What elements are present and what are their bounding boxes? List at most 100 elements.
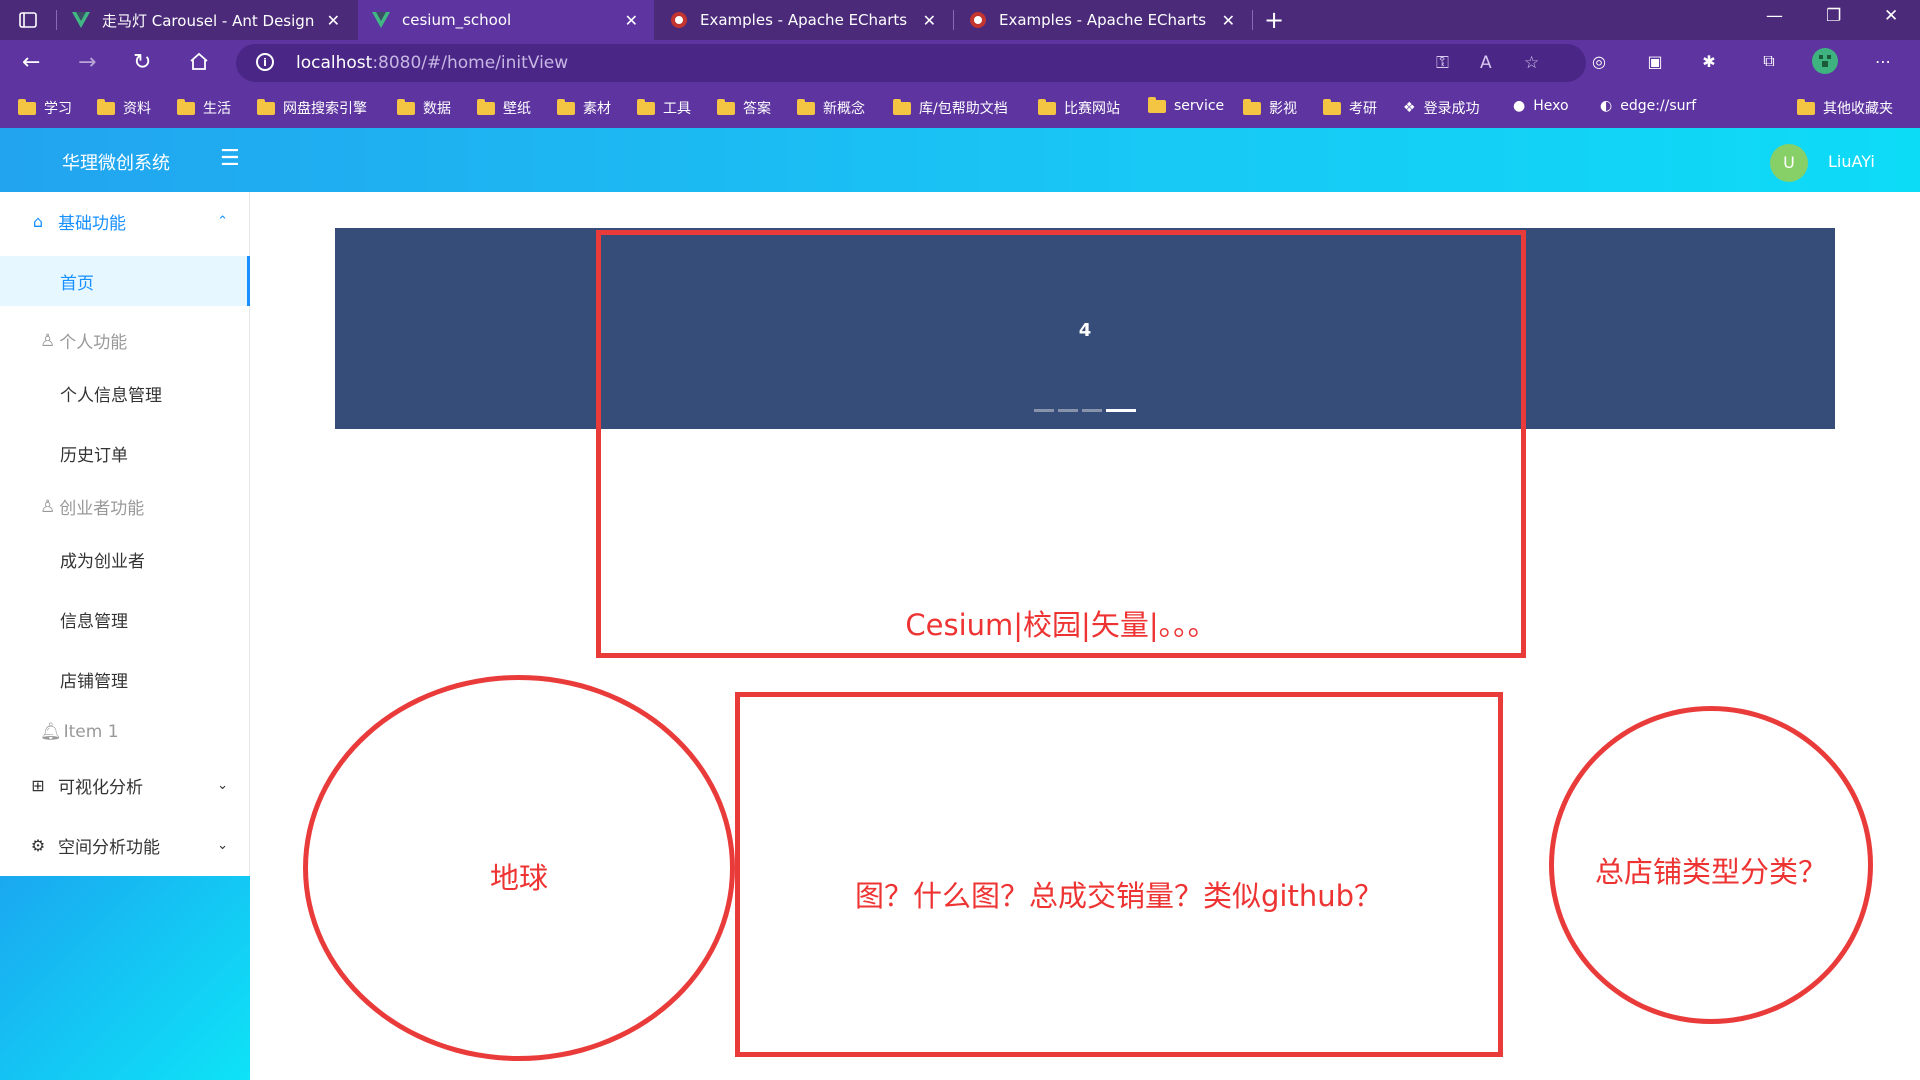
forward-arrow-icon[interactable]: → xyxy=(78,50,96,75)
folder-icon xyxy=(257,98,275,115)
address-bar[interactable]: i localhost:8080/#/home/initView ⚿ A ☆ xyxy=(236,44,1586,82)
url-path: :8080/#/home/initView xyxy=(372,53,569,73)
submenu-visual-analysis[interactable]: ⊞ 可视化分析 ⌄ xyxy=(0,760,250,810)
bookmark-label: edge://surf xyxy=(1620,98,1697,114)
profile-icon[interactable] xyxy=(1812,48,1838,74)
tab-separator xyxy=(56,10,57,30)
other-bookmarks[interactable]: 其他收藏夹 xyxy=(1797,98,1893,118)
menu-item-personal-info[interactable]: 个人信息管理 xyxy=(0,368,250,418)
tab-carousel[interactable]: 走马灯 Carousel - Ant Design Vu ✕ xyxy=(58,0,356,40)
bookmark-folder[interactable]: 素材 xyxy=(557,98,611,118)
bookmark-folder[interactable]: service xyxy=(1148,96,1225,114)
submenu-basic[interactable]: ⌂ 基础功能 ⌃ xyxy=(0,196,250,246)
bookmark-link[interactable]: ● Hexo xyxy=(1513,98,1569,114)
avatar[interactable]: U xyxy=(1770,144,1808,182)
back-arrow-icon[interactable]: ← xyxy=(22,50,40,75)
menu-item-order-history[interactable]: 历史订单 xyxy=(0,428,250,478)
bookmark-folder[interactable]: 库/包帮助文档 xyxy=(893,98,1008,118)
close-window-button[interactable]: ✕ xyxy=(1884,6,1898,26)
username[interactable]: LiuAYi xyxy=(1828,152,1875,171)
close-icon[interactable]: ✕ xyxy=(327,11,340,30)
submenu-label: 空间分析功能 xyxy=(58,837,160,858)
grid-icon: ⊞ xyxy=(31,775,45,795)
annotation-text-chart: 图？什么图？总成交销量？类似github？ xyxy=(854,879,1383,913)
close-icon[interactable]: ✕ xyxy=(923,11,936,30)
browser-toolbar: ← → ↻ i localhost:8080/#/home/initView ⚿… xyxy=(0,40,1920,86)
bookmark-folder[interactable]: 数据 xyxy=(397,98,451,118)
new-tab-button[interactable]: + xyxy=(1264,6,1284,34)
tab-echarts-1[interactable]: Examples - Apache ECharts ✕ xyxy=(656,0,952,40)
bookmark-label: 比赛网站 xyxy=(1064,101,1120,117)
bookmark-label: 学习 xyxy=(44,101,72,117)
more-menu-icon[interactable]: ⋯ xyxy=(1870,48,1896,74)
extension-glasses-icon[interactable]: ◎ xyxy=(1586,48,1612,74)
bookmark-folder[interactable]: 工具 xyxy=(637,98,691,118)
folder-icon xyxy=(797,98,815,115)
menu-item-info-management[interactable]: 信息管理 xyxy=(0,594,250,644)
bookmark-folder[interactable]: 网盘搜索引擎 xyxy=(257,98,367,118)
bookmark-folder[interactable]: 考研 xyxy=(1323,98,1377,118)
submenu-spatial-analysis[interactable]: ⚙ 空间分析功能 ⌄ xyxy=(0,820,250,870)
bookmark-folder[interactable]: 影视 xyxy=(1243,98,1297,118)
menu-item-home[interactable]: 首页 xyxy=(0,256,250,306)
folder-icon xyxy=(1797,98,1815,115)
echarts-icon xyxy=(670,11,688,29)
gear-icon: ⚙ xyxy=(30,835,46,855)
group-personal: ♙ 个人功能 xyxy=(40,328,128,354)
site-info-icon[interactable]: i xyxy=(256,53,274,71)
menu-item-label: 信息管理 xyxy=(60,611,128,632)
bookmark-folder[interactable]: 壁纸 xyxy=(477,98,531,118)
group-founder: ♙ 创业者功能 xyxy=(40,494,144,520)
annotation-rect-top xyxy=(596,230,1526,658)
restore-button[interactable]: ❐ xyxy=(1826,6,1841,26)
home-icon[interactable] xyxy=(188,50,210,78)
bookmark-folder[interactable]: 新概念 xyxy=(797,98,865,118)
bookmark-label: 库/包帮助文档 xyxy=(919,101,1008,117)
close-icon[interactable]: ✕ xyxy=(1222,11,1235,30)
tab-title: cesium_school xyxy=(402,11,512,29)
tab-title: Examples - Apache ECharts xyxy=(999,11,1207,29)
bookmark-folder[interactable]: 生活 xyxy=(177,98,231,118)
menu-fold-icon[interactable]: ☰ xyxy=(220,146,240,171)
bookmark-link[interactable]: ◐ edge://surf xyxy=(1600,98,1696,114)
user-add-icon: ♙ xyxy=(40,496,56,517)
bookmark-label: service xyxy=(1174,98,1225,114)
minimize-button[interactable]: — xyxy=(1766,6,1783,26)
collections-icon[interactable]: ⧉ xyxy=(1756,48,1782,74)
menu-item-become-founder[interactable]: 成为创业者 xyxy=(0,534,250,584)
home-icon: ⌂ xyxy=(32,211,44,231)
bookmark-folder[interactable]: 资料 xyxy=(97,98,151,118)
key-icon[interactable]: ⚿ xyxy=(1436,53,1449,73)
bookmark-label: 答案 xyxy=(743,101,771,117)
office-icon[interactable]: ▣ xyxy=(1642,48,1668,74)
folder-icon xyxy=(1038,98,1056,115)
url-text[interactable]: localhost:8080/#/home/initView xyxy=(296,53,568,73)
vue-icon xyxy=(72,11,90,29)
folder-icon xyxy=(717,98,735,115)
tab-echarts-2[interactable]: Examples - Apache ECharts ✕ xyxy=(955,0,1251,40)
favorite-star-icon[interactable]: ☆ xyxy=(1524,53,1539,73)
tab-title: Examples - Apache ECharts xyxy=(700,11,908,29)
folder-icon xyxy=(477,98,495,115)
read-aloud-icon[interactable]: A xyxy=(1480,53,1492,73)
bookmark-link[interactable]: ❖ 登录成功 xyxy=(1403,98,1480,118)
tab-actions-icon[interactable] xyxy=(18,10,38,30)
app-brand: 华理微创系统 xyxy=(62,153,170,174)
folder-icon xyxy=(557,98,575,115)
tab-cesium-school[interactable]: cesium_school ✕ xyxy=(358,0,654,40)
tab-title: 走马灯 Carousel - Ant Design Vu xyxy=(102,11,316,30)
folder-icon xyxy=(177,98,195,115)
bookmark-label: 登录成功 xyxy=(1423,101,1480,117)
bookmark-folder[interactable]: 比赛网站 xyxy=(1038,98,1120,118)
annotation-text-top: Cesium|校园|矢量|。。。 xyxy=(905,608,1217,642)
app-header: 华理微创系统 ☰ U LiuAYi xyxy=(0,128,1920,192)
close-icon[interactable]: ✕ xyxy=(625,11,638,30)
menu-item-shop-management[interactable]: 店铺管理 xyxy=(0,654,250,704)
bookmark-folder[interactable]: 答案 xyxy=(717,98,771,118)
reload-icon[interactable]: ↻ xyxy=(133,50,151,75)
bookmark-label: 壁纸 xyxy=(503,101,531,117)
bookmark-folder[interactable]: 学习 xyxy=(18,98,72,118)
chevron-down-icon: ⌄ xyxy=(217,837,228,853)
extensions-icon[interactable]: ✱ xyxy=(1696,48,1722,74)
group-label: 个人功能 xyxy=(59,333,128,353)
